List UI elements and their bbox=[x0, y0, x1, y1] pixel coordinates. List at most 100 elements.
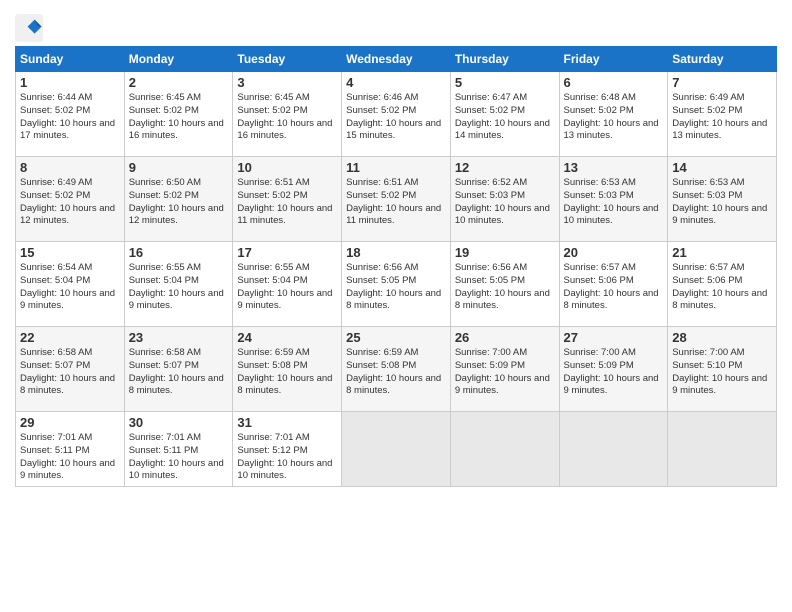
week-row-1: 1 Sunrise: 6:44 AM Sunset: 5:02 PM Dayli… bbox=[16, 72, 777, 157]
day-number: 17 bbox=[237, 245, 337, 260]
day-cell: 18 Sunrise: 6:56 AM Sunset: 5:05 PM Dayl… bbox=[342, 242, 451, 327]
day-cell bbox=[450, 412, 559, 487]
day-number: 20 bbox=[564, 245, 664, 260]
day-number: 9 bbox=[129, 160, 229, 175]
day-number: 13 bbox=[564, 160, 664, 175]
day-detail: Sunrise: 6:45 AM Sunset: 5:02 PM Dayligh… bbox=[237, 92, 337, 143]
week-row-2: 8 Sunrise: 6:49 AM Sunset: 5:02 PM Dayli… bbox=[16, 157, 777, 242]
day-number: 18 bbox=[346, 245, 446, 260]
day-number: 28 bbox=[672, 330, 772, 345]
week-row-5: 29 Sunrise: 7:01 AM Sunset: 5:11 PM Dayl… bbox=[16, 412, 777, 487]
day-cell: 1 Sunrise: 6:44 AM Sunset: 5:02 PM Dayli… bbox=[16, 72, 125, 157]
day-number: 3 bbox=[237, 75, 337, 90]
day-cell: 11 Sunrise: 6:51 AM Sunset: 5:02 PM Dayl… bbox=[342, 157, 451, 242]
day-cell: 6 Sunrise: 6:48 AM Sunset: 5:02 PM Dayli… bbox=[559, 72, 668, 157]
day-cell: 25 Sunrise: 6:59 AM Sunset: 5:08 PM Dayl… bbox=[342, 327, 451, 412]
page-container: SundayMondayTuesdayWednesdayThursdayFrid… bbox=[0, 0, 792, 497]
day-number: 12 bbox=[455, 160, 555, 175]
day-number: 15 bbox=[20, 245, 120, 260]
day-detail: Sunrise: 7:00 AM Sunset: 5:09 PM Dayligh… bbox=[455, 347, 555, 398]
day-cell: 15 Sunrise: 6:54 AM Sunset: 5:04 PM Dayl… bbox=[16, 242, 125, 327]
day-number: 31 bbox=[237, 415, 337, 430]
day-number: 8 bbox=[20, 160, 120, 175]
day-detail: Sunrise: 6:59 AM Sunset: 5:08 PM Dayligh… bbox=[346, 347, 446, 398]
day-detail: Sunrise: 6:47 AM Sunset: 5:02 PM Dayligh… bbox=[455, 92, 555, 143]
day-detail: Sunrise: 6:57 AM Sunset: 5:06 PM Dayligh… bbox=[564, 262, 664, 313]
day-number: 5 bbox=[455, 75, 555, 90]
day-detail: Sunrise: 6:49 AM Sunset: 5:02 PM Dayligh… bbox=[672, 92, 772, 143]
day-detail: Sunrise: 7:01 AM Sunset: 5:11 PM Dayligh… bbox=[129, 432, 229, 483]
day-detail: Sunrise: 7:01 AM Sunset: 5:11 PM Dayligh… bbox=[20, 432, 120, 483]
day-number: 10 bbox=[237, 160, 337, 175]
day-number: 2 bbox=[129, 75, 229, 90]
day-detail: Sunrise: 6:57 AM Sunset: 5:06 PM Dayligh… bbox=[672, 262, 772, 313]
day-number: 14 bbox=[672, 160, 772, 175]
day-number: 11 bbox=[346, 160, 446, 175]
day-cell: 13 Sunrise: 6:53 AM Sunset: 5:03 PM Dayl… bbox=[559, 157, 668, 242]
day-number: 29 bbox=[20, 415, 120, 430]
column-header-monday: Monday bbox=[124, 47, 233, 72]
day-detail: Sunrise: 6:59 AM Sunset: 5:08 PM Dayligh… bbox=[237, 347, 337, 398]
day-cell: 7 Sunrise: 6:49 AM Sunset: 5:02 PM Dayli… bbox=[668, 72, 777, 157]
calendar-table: SundayMondayTuesdayWednesdayThursdayFrid… bbox=[15, 46, 777, 487]
day-cell: 9 Sunrise: 6:50 AM Sunset: 5:02 PM Dayli… bbox=[124, 157, 233, 242]
day-detail: Sunrise: 6:53 AM Sunset: 5:03 PM Dayligh… bbox=[672, 177, 772, 228]
logo bbox=[15, 14, 47, 42]
day-detail: Sunrise: 6:51 AM Sunset: 5:02 PM Dayligh… bbox=[346, 177, 446, 228]
week-row-3: 15 Sunrise: 6:54 AM Sunset: 5:04 PM Dayl… bbox=[16, 242, 777, 327]
day-detail: Sunrise: 7:00 AM Sunset: 5:09 PM Dayligh… bbox=[564, 347, 664, 398]
day-number: 22 bbox=[20, 330, 120, 345]
day-number: 26 bbox=[455, 330, 555, 345]
day-cell bbox=[342, 412, 451, 487]
day-cell: 2 Sunrise: 6:45 AM Sunset: 5:02 PM Dayli… bbox=[124, 72, 233, 157]
day-detail: Sunrise: 6:49 AM Sunset: 5:02 PM Dayligh… bbox=[20, 177, 120, 228]
day-detail: Sunrise: 6:51 AM Sunset: 5:02 PM Dayligh… bbox=[237, 177, 337, 228]
day-number: 19 bbox=[455, 245, 555, 260]
day-detail: Sunrise: 6:56 AM Sunset: 5:05 PM Dayligh… bbox=[346, 262, 446, 313]
column-header-thursday: Thursday bbox=[450, 47, 559, 72]
day-cell: 17 Sunrise: 6:55 AM Sunset: 5:04 PM Dayl… bbox=[233, 242, 342, 327]
day-cell: 21 Sunrise: 6:57 AM Sunset: 5:06 PM Dayl… bbox=[668, 242, 777, 327]
day-number: 30 bbox=[129, 415, 229, 430]
day-cell: 29 Sunrise: 7:01 AM Sunset: 5:11 PM Dayl… bbox=[16, 412, 125, 487]
day-cell: 8 Sunrise: 6:49 AM Sunset: 5:02 PM Dayli… bbox=[16, 157, 125, 242]
day-cell: 27 Sunrise: 7:00 AM Sunset: 5:09 PM Dayl… bbox=[559, 327, 668, 412]
day-detail: Sunrise: 6:55 AM Sunset: 5:04 PM Dayligh… bbox=[237, 262, 337, 313]
week-row-4: 22 Sunrise: 6:58 AM Sunset: 5:07 PM Dayl… bbox=[16, 327, 777, 412]
day-cell bbox=[668, 412, 777, 487]
day-cell: 14 Sunrise: 6:53 AM Sunset: 5:03 PM Dayl… bbox=[668, 157, 777, 242]
calendar-header: SundayMondayTuesdayWednesdayThursdayFrid… bbox=[16, 47, 777, 72]
day-detail: Sunrise: 6:46 AM Sunset: 5:02 PM Dayligh… bbox=[346, 92, 446, 143]
day-cell: 10 Sunrise: 6:51 AM Sunset: 5:02 PM Dayl… bbox=[233, 157, 342, 242]
day-cell: 30 Sunrise: 7:01 AM Sunset: 5:11 PM Dayl… bbox=[124, 412, 233, 487]
column-header-friday: Friday bbox=[559, 47, 668, 72]
day-cell: 22 Sunrise: 6:58 AM Sunset: 5:07 PM Dayl… bbox=[16, 327, 125, 412]
day-detail: Sunrise: 6:48 AM Sunset: 5:02 PM Dayligh… bbox=[564, 92, 664, 143]
day-number: 24 bbox=[237, 330, 337, 345]
day-cell: 26 Sunrise: 7:00 AM Sunset: 5:09 PM Dayl… bbox=[450, 327, 559, 412]
day-number: 23 bbox=[129, 330, 229, 345]
day-cell: 23 Sunrise: 6:58 AM Sunset: 5:07 PM Dayl… bbox=[124, 327, 233, 412]
column-header-wednesday: Wednesday bbox=[342, 47, 451, 72]
day-cell: 16 Sunrise: 6:55 AM Sunset: 5:04 PM Dayl… bbox=[124, 242, 233, 327]
day-detail: Sunrise: 6:52 AM Sunset: 5:03 PM Dayligh… bbox=[455, 177, 555, 228]
logo-icon bbox=[15, 14, 43, 42]
day-cell: 19 Sunrise: 6:56 AM Sunset: 5:05 PM Dayl… bbox=[450, 242, 559, 327]
day-number: 4 bbox=[346, 75, 446, 90]
day-detail: Sunrise: 6:44 AM Sunset: 5:02 PM Dayligh… bbox=[20, 92, 120, 143]
day-cell: 28 Sunrise: 7:00 AM Sunset: 5:10 PM Dayl… bbox=[668, 327, 777, 412]
column-header-saturday: Saturday bbox=[668, 47, 777, 72]
day-detail: Sunrise: 6:56 AM Sunset: 5:05 PM Dayligh… bbox=[455, 262, 555, 313]
day-detail: Sunrise: 7:01 AM Sunset: 5:12 PM Dayligh… bbox=[237, 432, 337, 483]
day-number: 1 bbox=[20, 75, 120, 90]
day-detail: Sunrise: 6:50 AM Sunset: 5:02 PM Dayligh… bbox=[129, 177, 229, 228]
column-header-tuesday: Tuesday bbox=[233, 47, 342, 72]
day-detail: Sunrise: 7:00 AM Sunset: 5:10 PM Dayligh… bbox=[672, 347, 772, 398]
day-number: 7 bbox=[672, 75, 772, 90]
header bbox=[15, 10, 777, 42]
day-cell: 24 Sunrise: 6:59 AM Sunset: 5:08 PM Dayl… bbox=[233, 327, 342, 412]
calendar-body: 1 Sunrise: 6:44 AM Sunset: 5:02 PM Dayli… bbox=[16, 72, 777, 487]
day-detail: Sunrise: 6:45 AM Sunset: 5:02 PM Dayligh… bbox=[129, 92, 229, 143]
day-cell: 5 Sunrise: 6:47 AM Sunset: 5:02 PM Dayli… bbox=[450, 72, 559, 157]
day-cell: 31 Sunrise: 7:01 AM Sunset: 5:12 PM Dayl… bbox=[233, 412, 342, 487]
